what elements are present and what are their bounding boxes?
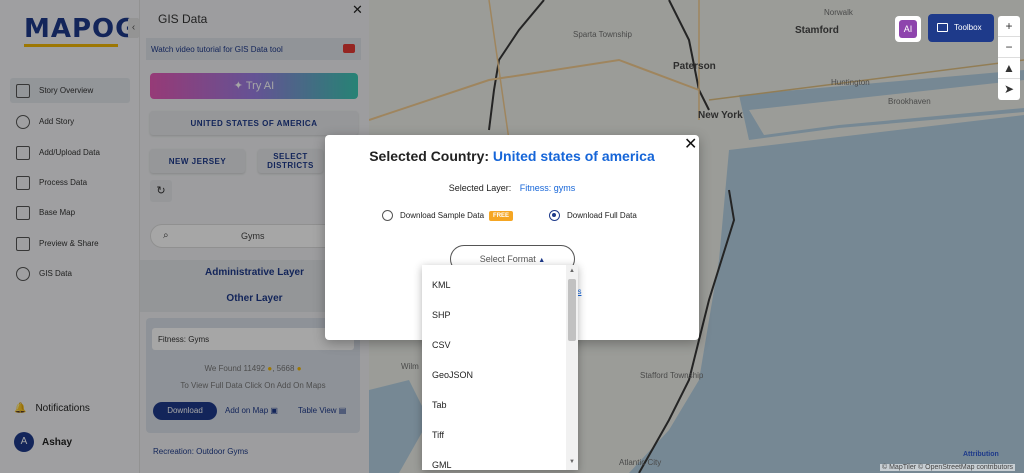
ai-tool-button[interactable]: AI	[895, 16, 921, 42]
format-option-tab[interactable]: Tab	[432, 400, 447, 410]
selected-country: United states of america	[492, 148, 655, 164]
select-format-label: Select Format	[479, 254, 536, 264]
scrollbar[interactable]: ▲ ▼	[566, 265, 578, 470]
format-option-gml[interactable]: GML	[432, 460, 452, 470]
scroll-up-icon[interactable]: ▲	[569, 268, 575, 274]
scroll-down-icon[interactable]: ▼	[569, 459, 575, 465]
modal-title: Selected Country: United states of ameri…	[325, 148, 699, 164]
radio-selected-icon	[549, 210, 560, 221]
download-sample-radio[interactable]: Download Sample Data FREE	[382, 210, 514, 221]
layer-value: Fitness: gyms	[519, 183, 576, 193]
locate-icon[interactable]: ➤	[998, 79, 1020, 100]
format-option-kml[interactable]: KML	[432, 280, 451, 290]
toolbox-label: Toolbox	[954, 23, 982, 32]
format-options-list: KML SHP CSV GeoJSON Tab Tiff GML ▲ ▼	[422, 265, 578, 470]
map-copyright: © MapTiler © OpenStreetMap contributors	[880, 464, 1016, 471]
attribution-link[interactable]: Attribution	[963, 451, 999, 458]
download-full-radio[interactable]: Download Full Data	[549, 210, 637, 221]
zoom-out-button[interactable]: −	[998, 37, 1020, 58]
format-option-geojson[interactable]: GeoJSON	[432, 370, 473, 380]
zoom-controls: + − ▲ ➤	[998, 16, 1020, 100]
sample-label: Download Sample Data	[400, 211, 485, 220]
format-option-csv[interactable]: CSV	[432, 340, 451, 350]
toolbox-icon	[937, 23, 948, 32]
selected-layer: Selected Layer: Fitness: gyms	[325, 183, 699, 193]
caret-up-icon: ▲	[538, 257, 546, 264]
format-option-shp[interactable]: SHP	[432, 310, 451, 320]
radio-icon	[382, 210, 393, 221]
full-label: Download Full Data	[567, 211, 637, 220]
ai-icon: AI	[899, 20, 917, 38]
compass-icon[interactable]: ▲	[998, 58, 1020, 79]
format-option-tiff[interactable]: Tiff	[432, 430, 444, 440]
free-badge: FREE	[489, 210, 514, 221]
title-prefix: Selected Country:	[369, 148, 490, 164]
scrollbar-thumb[interactable]	[568, 279, 576, 341]
toolbox-button[interactable]: Toolbox	[928, 14, 994, 42]
panel-overlay	[0, 0, 369, 473]
layer-label: Selected Layer:	[448, 183, 512, 193]
zoom-in-button[interactable]: +	[998, 16, 1020, 37]
